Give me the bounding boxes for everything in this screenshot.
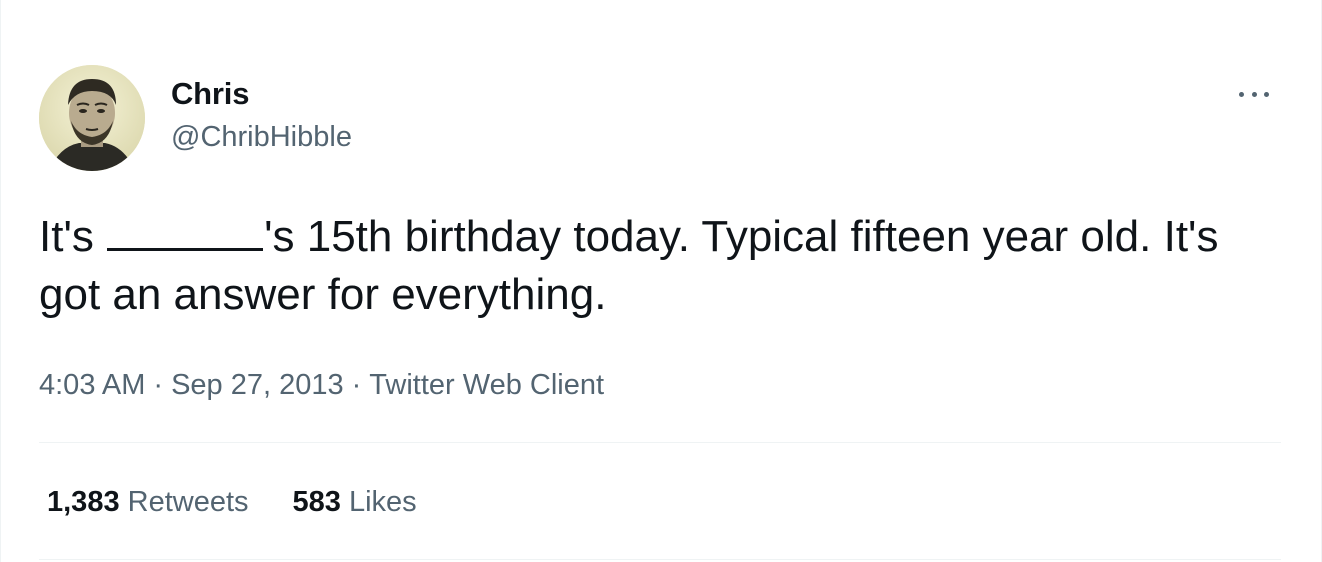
tweet-client: Twitter Web Client: [369, 369, 605, 401]
tweet-meta: 4:03 AM · Sep 27, 2013 · Twitter Web Client: [39, 366, 604, 404]
likes-stat[interactable]: 583 Likes: [293, 483, 417, 521]
divider: [39, 442, 1281, 443]
meta-separator: ·: [153, 369, 164, 401]
retweets-count: 1,383: [47, 486, 120, 518]
more-dot: [1264, 91, 1269, 97]
tweet-card: Chris @ChribHibble It's 's 15th birthday…: [0, 0, 1322, 562]
author-handle[interactable]: @ChribHibble: [171, 119, 352, 155]
avatar[interactable]: [39, 65, 145, 171]
retweets-stat[interactable]: 1,383 Retweets: [47, 483, 249, 521]
tweet-date[interactable]: Sep 27, 2013: [171, 369, 344, 401]
likes-label: Likes: [348, 486, 417, 518]
likes-count: 583: [292, 486, 341, 518]
tweet-text-part-1: It's: [39, 212, 94, 261]
divider: [39, 559, 1281, 560]
avatar-image: [39, 65, 145, 171]
meta-separator: ·: [351, 369, 362, 401]
author-display-name[interactable]: Chris: [171, 75, 249, 113]
more-dot: [1251, 91, 1257, 97]
tweet-text-blank: [107, 212, 264, 251]
tweet-stats: 1,383 Retweets 583 Likes: [47, 483, 417, 521]
more-dot: [1239, 91, 1244, 97]
retweets-label: Retweets: [127, 486, 249, 518]
tweet-time[interactable]: 4:03 AM: [39, 369, 145, 401]
tweet-text: It's 's 15th birthday today. Typical fif…: [39, 208, 1289, 324]
more-options-icon[interactable]: [1239, 80, 1269, 108]
